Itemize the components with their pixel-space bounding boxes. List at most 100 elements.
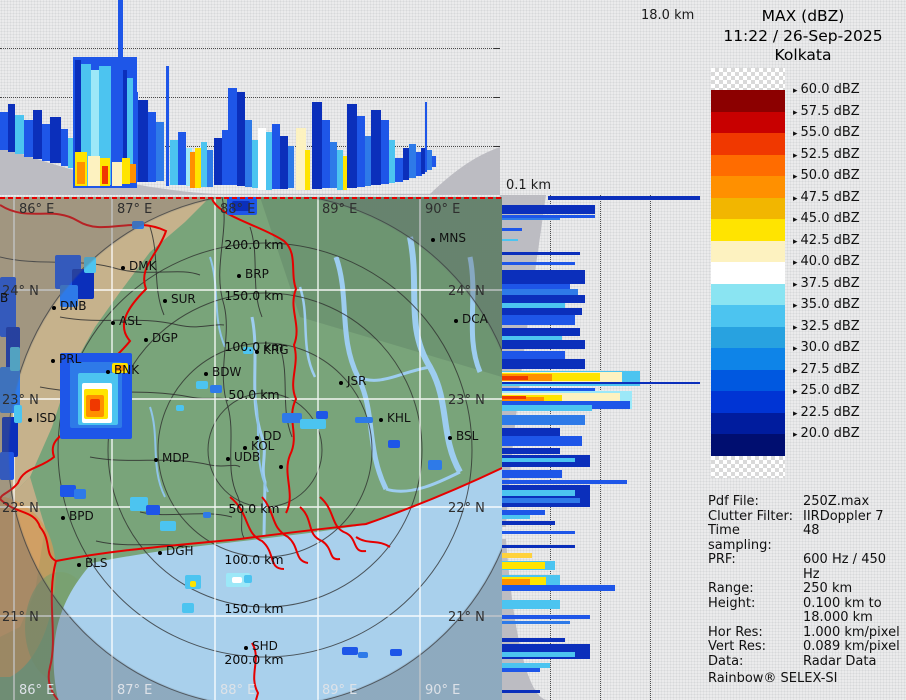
echo-bar (61, 129, 68, 166)
echo-bar (500, 340, 585, 349)
longitude-label-bottom: 89° E (322, 683, 358, 698)
height-gridline (600, 195, 601, 700)
station-name: Kolkata (774, 46, 832, 64)
echo-bar (500, 545, 575, 548)
echo-bar (500, 621, 570, 624)
meta-value: 250 km (803, 581, 853, 596)
meta-value: 600 Hz / 450 Hz (803, 552, 887, 582)
scale-arrow-icon: ▸ (793, 236, 798, 247)
echo-bar (500, 295, 585, 303)
city-marker-dot (158, 551, 162, 555)
echo-bar (500, 515, 530, 519)
scale-band-label: ▸ 35.0 dBZ (793, 297, 860, 312)
echo-patch (282, 413, 302, 423)
scale-arrow-icon: ▸ (793, 322, 798, 333)
echo-patch (74, 489, 86, 499)
city-marker-dot (454, 319, 458, 323)
echo-bar (500, 553, 532, 558)
echo-patch (90, 399, 100, 411)
echo-bar (130, 164, 136, 183)
scale-arrow-icon: ▸ (793, 193, 798, 204)
longitude-label-top: 87° E (117, 202, 153, 217)
city-label-dmk: DMK (129, 259, 157, 273)
city-label-isd: ISD (36, 411, 57, 425)
dbz-color-scale: ▸ 60.0 dBZ ▸ 57.5 dBZ ▸ 55.0 dBZ ▸ 52.5 dBZ ▸ 50.… (711, 68, 901, 478)
scale-band-label: ▸ 52.5 dBZ (793, 146, 860, 162)
meta-value: 250Z.max (803, 494, 870, 509)
meta-value: IIRDoppler 7 (803, 508, 884, 524)
scale-band-label: ▸ 32.5 dBZ (793, 318, 860, 334)
echo-bar (500, 415, 585, 425)
city-marker-dot (163, 299, 167, 303)
axis-tick (494, 48, 500, 49)
echo-bar (500, 562, 545, 569)
city-label-prl: PRL (59, 352, 82, 366)
city-marker-dot (77, 563, 81, 567)
echo-bar (500, 218, 560, 220)
product-metadata: Pdf File: 250Z.max Clutter Filter: IIRDoppl… (708, 494, 904, 687)
echo-bar (500, 638, 565, 642)
echo-patch (132, 221, 144, 229)
echo-bar (357, 116, 365, 187)
city-marker-dot (226, 457, 230, 461)
latitude-label-right: 21° N (448, 610, 485, 625)
meta-label: Pdf File: (708, 494, 759, 509)
meta-value: 1.000 km/pixel (803, 624, 900, 640)
echo-bar (280, 136, 288, 189)
axis-tick (494, 97, 500, 98)
scale-band-label: ▸ 55.0 dBZ (793, 125, 860, 140)
longitude-label-bottom: 86° E (19, 683, 55, 698)
echo-bar (500, 376, 528, 380)
echo-bar (272, 124, 280, 189)
city-marker-dot (106, 370, 110, 374)
meta-label: Height: (708, 595, 756, 611)
echo-patch (232, 577, 242, 583)
echo-bar (409, 144, 416, 178)
longitude-label-bottom: 87° E (117, 683, 153, 698)
echo-patch (176, 405, 184, 411)
scale-band: ▸ 25.0 dBZ (711, 383, 860, 413)
echo-bar (322, 120, 330, 188)
echo-patch (203, 512, 211, 518)
city-label-bdw: BDW (212, 365, 242, 379)
echo-bar (170, 140, 178, 185)
echo-bar (88, 156, 100, 186)
echo-patch (146, 505, 160, 515)
scale-band: ▸ 35.0 dBZ (711, 297, 860, 327)
scale-band: ▸ 60.0 dBZ (711, 82, 860, 112)
city-marker-dot (339, 381, 343, 385)
echo-bar (102, 166, 108, 184)
scale-band: ▸ 37.5 dBZ (711, 276, 860, 305)
echo-bar (214, 138, 222, 185)
scan-datetime: 11:22 / 26-Sep-2025 (723, 26, 883, 45)
brand-line: Rainbow® SELEX-SI (708, 671, 838, 686)
city-label-jsr: JSR (347, 374, 367, 388)
scale-checker-top (711, 68, 785, 90)
radar-map-panel: 86° E 86° E 87° E 87° E 88° E 88° E 89° E 89° E… (0, 197, 502, 700)
echo-patch (190, 581, 196, 587)
echo-patch (210, 385, 222, 393)
longitude-label-top: 90° E (425, 202, 461, 217)
city-marker-dot (154, 458, 158, 462)
scale-arrow-icon: ▸ (793, 172, 798, 182)
range-ring-label: 50.0 km (228, 501, 280, 516)
echo-patch (316, 411, 328, 419)
city-label-krg: KRG (263, 343, 289, 357)
scale-band-label: ▸ 42.5 dBZ (793, 232, 860, 248)
scale-arrow-icon: ▸ (793, 107, 798, 118)
scale-checker-bottom (711, 455, 785, 478)
echo-bar (500, 396, 526, 399)
meta-label: Hor Res: (708, 624, 763, 640)
echo-bar (500, 652, 575, 657)
echo-patch (342, 647, 358, 655)
meta-row: Time sampling: 48 (708, 523, 904, 553)
scale-band: ▸ 20.0 dBZ (711, 426, 860, 456)
range-ring-label: 150.0 km (224, 601, 284, 616)
scale-band-label: ▸ 25.0 dBZ (793, 383, 860, 398)
max-height-label: 18.0 km (641, 8, 695, 23)
echo-patch (10, 347, 20, 371)
clipped-station-label: B (0, 291, 9, 305)
echo-bar (312, 102, 322, 189)
latitude-label-right: 23° N (448, 393, 485, 408)
echo-bar (305, 150, 310, 190)
